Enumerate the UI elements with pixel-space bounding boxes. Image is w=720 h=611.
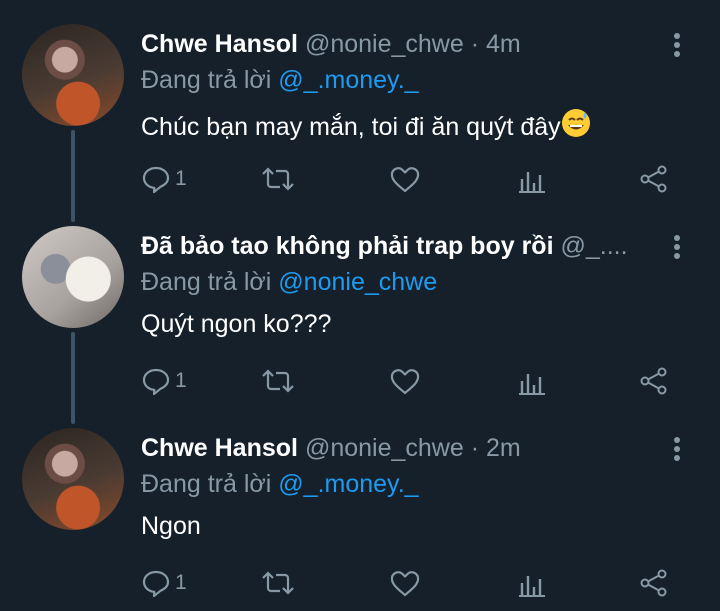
- share-button[interactable]: [639, 364, 669, 398]
- reply-button[interactable]: 1: [141, 364, 187, 398]
- reply-count: 1: [175, 369, 187, 392]
- tweet-header: Chwe Hansol @nonie_chwe · 2m: [141, 434, 661, 463]
- avatar[interactable]: [22, 226, 124, 328]
- share-button[interactable]: [639, 162, 669, 196]
- username[interactable]: @nonie_chwe: [305, 30, 464, 58]
- replying-to: Đang trả lời @_.money._: [141, 470, 419, 499]
- reply-icon[interactable]: [141, 568, 171, 598]
- separator: ·: [470, 30, 480, 58]
- replying-to: Đang trả lời @_.money._: [141, 66, 419, 95]
- replying-to-label: Đang trả lời: [141, 268, 272, 296]
- replying-to: Đang trả lời @nonie_chwe: [141, 268, 437, 297]
- like-button[interactable]: [389, 364, 421, 398]
- tweet-actions: 1: [141, 566, 701, 600]
- reply-button[interactable]: 1: [141, 162, 187, 196]
- analytics-icon[interactable]: [517, 164, 547, 194]
- tweet-header: Chwe Hansol @nonie_chwe · 4m: [141, 30, 661, 59]
- mention-link[interactable]: @_.money._: [278, 66, 418, 94]
- tweet-text-content: Ngon: [141, 512, 201, 540]
- avatar[interactable]: [22, 24, 124, 126]
- retweet-button[interactable]: [261, 566, 295, 600]
- retweet-button[interactable]: [261, 162, 295, 196]
- username[interactable]: @_....: [560, 232, 627, 260]
- retweet-icon[interactable]: [261, 366, 295, 396]
- like-button[interactable]: [389, 162, 421, 196]
- tweet-text: Quýt ngon ko???: [141, 310, 331, 339]
- timestamp[interactable]: 2m: [486, 434, 521, 462]
- tweet-text-content: Chúc bạn may mắn, toi đi ăn quýt đây: [141, 113, 561, 141]
- more-vertical-icon[interactable]: [662, 30, 692, 60]
- retweet-button[interactable]: [261, 364, 295, 398]
- tweet-3[interactable]: Chwe Hansol @nonie_chwe · 2m Đang trả lờ…: [0, 404, 720, 611]
- tweet-2[interactable]: Đã bảo tao không phải trap boy rồi @_...…: [0, 202, 720, 410]
- share-icon[interactable]: [639, 366, 669, 396]
- tweet-1[interactable]: Chwe Hansol @nonie_chwe · 4m Đang trả lờ…: [0, 0, 720, 208]
- replying-to-label: Đang trả lời: [141, 66, 272, 94]
- tweet-text-content: Quýt ngon ko???: [141, 310, 332, 338]
- reply-count: 1: [175, 167, 187, 190]
- heart-icon[interactable]: [389, 568, 421, 598]
- tweet-actions: 1: [141, 364, 701, 398]
- reply-icon[interactable]: [141, 366, 171, 396]
- analytics-icon[interactable]: [517, 568, 547, 598]
- reply-icon[interactable]: [141, 164, 171, 194]
- retweet-icon[interactable]: [261, 164, 295, 194]
- display-name[interactable]: Đã bảo tao không phải trap boy rồi: [141, 232, 554, 260]
- display-name[interactable]: Chwe Hansol: [141, 434, 298, 462]
- share-button[interactable]: [639, 566, 669, 600]
- tweet-actions: 1: [141, 162, 701, 196]
- retweet-icon[interactable]: [261, 568, 295, 598]
- mention-link[interactable]: @nonie_chwe: [278, 268, 437, 296]
- mention-link[interactable]: @_.money._: [278, 470, 418, 498]
- tweet-text: Ngon: [141, 512, 201, 541]
- heart-icon[interactable]: [389, 164, 421, 194]
- avatar[interactable]: [22, 428, 124, 530]
- tweet-header: Đã bảo tao không phải trap boy rồi @_...…: [141, 232, 661, 261]
- heart-icon[interactable]: [389, 366, 421, 396]
- more-vertical-icon[interactable]: [662, 232, 692, 262]
- reply-count: 1: [175, 571, 187, 594]
- share-icon[interactable]: [639, 568, 669, 598]
- analytics-button[interactable]: [517, 364, 547, 398]
- separator: ·: [470, 434, 480, 462]
- analytics-button[interactable]: [517, 162, 547, 196]
- analytics-icon[interactable]: [517, 366, 547, 396]
- grinning-sweat-emoji: [561, 108, 591, 145]
- tweet-text: Chúc bạn may mắn, toi đi ăn quýt đây: [141, 108, 591, 145]
- analytics-button[interactable]: [517, 566, 547, 600]
- share-icon[interactable]: [639, 164, 669, 194]
- username[interactable]: @nonie_chwe: [305, 434, 464, 462]
- timestamp[interactable]: 4m: [486, 30, 521, 58]
- reply-button[interactable]: 1: [141, 566, 187, 600]
- like-button[interactable]: [389, 566, 421, 600]
- more-vertical-icon[interactable]: [662, 434, 692, 464]
- display-name[interactable]: Chwe Hansol: [141, 30, 298, 58]
- replying-to-label: Đang trả lời: [141, 470, 272, 498]
